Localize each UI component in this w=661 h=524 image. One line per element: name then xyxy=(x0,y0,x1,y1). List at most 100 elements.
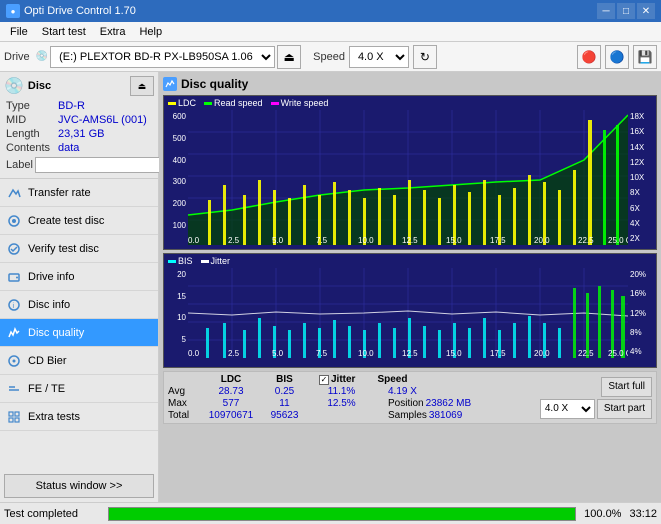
legend-read: Read speed xyxy=(204,98,263,108)
save-button[interactable]: 💾 xyxy=(633,45,657,69)
start-part-button[interactable]: Start part xyxy=(597,399,652,419)
menu-extra[interactable]: Extra xyxy=(94,25,132,39)
svg-text:0.0: 0.0 xyxy=(188,349,200,358)
start-full-button[interactable]: Start full xyxy=(601,377,652,397)
samples-val: 381069 xyxy=(429,410,462,421)
maximize-button[interactable]: □ xyxy=(617,3,635,19)
svg-text:5.0: 5.0 xyxy=(272,236,284,245)
total-ldc-val: 10970671 xyxy=(200,410,262,421)
svg-text:25.0 GB: 25.0 GB xyxy=(608,349,628,358)
content-header: Disc quality xyxy=(163,76,657,92)
type-label: Type xyxy=(6,100,58,112)
svg-text:12.5: 12.5 xyxy=(402,349,418,358)
refresh-button[interactable]: ↻ xyxy=(413,45,437,69)
nav-label-transfer-rate: Transfer rate xyxy=(28,187,91,199)
position-label: Position xyxy=(388,398,424,409)
nav-label-extra-tests: Extra tests xyxy=(28,411,80,423)
nav-label-create-test-disc: Create test disc xyxy=(28,215,104,227)
drive-select[interactable]: (E:) PLEXTOR BD-R PX-LB950SA 1.06 xyxy=(50,46,275,68)
close-button[interactable]: ✕ xyxy=(637,3,655,19)
jitter-header-row: ✓ Jitter Speed xyxy=(319,374,471,385)
top-chart-body: 600 500 400 300 200 100 xyxy=(164,110,656,245)
settings-button2[interactable]: 🔵 xyxy=(605,45,629,69)
disc-title: Disc xyxy=(28,80,51,92)
avg-jitter-val: 11.1% xyxy=(319,386,364,397)
jitter-avg-row: 11.1% 4.19 X xyxy=(319,386,471,397)
svg-text:7.5: 7.5 xyxy=(316,236,328,245)
disc-header: 💿 Disc ⏏ xyxy=(4,76,154,96)
top-chart-svg: 0.0 2.5 5.0 7.5 10.0 12.5 15.0 17.5 20.0… xyxy=(188,110,628,245)
svg-text:17.5: 17.5 xyxy=(490,349,506,358)
max-bis-val: 11 xyxy=(262,398,307,409)
svg-text:15.0: 15.0 xyxy=(446,236,462,245)
bis-col-header: BIS xyxy=(262,374,307,385)
nav-disc-info[interactable]: i Disc info xyxy=(0,291,158,319)
svg-text:i: i xyxy=(13,303,15,310)
type-value: BD-R xyxy=(58,100,152,112)
nav-verify-test-disc[interactable]: Verify test disc xyxy=(0,235,158,263)
speed-val: 4.19 X xyxy=(388,386,417,397)
avg-row: Avg 28.73 0.25 xyxy=(168,386,307,397)
disc-mid-row: MID JVC-AMS6L (001) xyxy=(6,114,152,126)
y-axis-right-bottom: 20% 16% 12% 8% 4% xyxy=(628,268,656,358)
label-key: Label xyxy=(6,159,33,171)
nav-create-test-disc[interactable]: Create test disc xyxy=(0,207,158,235)
extra-tests-icon xyxy=(6,409,22,425)
status-window-button[interactable]: Status window >> xyxy=(4,474,154,498)
contents-label: Contents xyxy=(6,142,58,154)
legend-write: Write speed xyxy=(271,98,329,108)
svg-text:10.0: 10.0 xyxy=(358,236,374,245)
nav-fe-te[interactable]: FE / TE xyxy=(0,375,158,403)
y-axis-left-bottom: 20 15 10 5 xyxy=(164,268,188,358)
nav-cd-bier[interactable]: CD Bier xyxy=(0,347,158,375)
nav-drive-info[interactable]: Drive info xyxy=(0,263,158,291)
top-legend: LDC Read speed Write speed xyxy=(164,96,656,110)
bottom-chart-body: 20 15 10 5 xyxy=(164,268,656,358)
label-input[interactable] xyxy=(35,157,173,173)
disc-panel: 💿 Disc ⏏ Type BD-R MID JVC-AMS6L (001) L… xyxy=(0,72,158,179)
content-title: Disc quality xyxy=(181,77,248,91)
bottom-chart-panel: BIS Jitter 20 15 10 5 xyxy=(163,253,657,368)
progress-bar-outer xyxy=(108,507,576,521)
jitter-checkbox[interactable]: ✓ xyxy=(319,375,329,385)
length-value: 23,31 GB xyxy=(58,128,152,140)
nav-label-verify-test-disc: Verify test disc xyxy=(28,243,99,255)
drive-info-icon xyxy=(6,269,22,285)
svg-text:10.0: 10.0 xyxy=(358,349,374,358)
max-jitter-val: 12.5% xyxy=(319,398,364,409)
svg-text:2.5: 2.5 xyxy=(228,349,240,358)
contents-value: data xyxy=(58,142,152,154)
sidebar: 💿 Disc ⏏ Type BD-R MID JVC-AMS6L (001) L… xyxy=(0,72,159,502)
menu-start-test[interactable]: Start test xyxy=(36,25,92,39)
disc-eject-btn[interactable]: ⏏ xyxy=(130,76,154,96)
nav-transfer-rate[interactable]: Transfer rate xyxy=(0,179,158,207)
main-layout: 💿 Disc ⏏ Type BD-R MID JVC-AMS6L (001) L… xyxy=(0,72,661,502)
menu-file[interactable]: File xyxy=(4,25,34,39)
menu-help[interactable]: Help xyxy=(133,25,168,39)
title-bar-controls: ─ □ ✕ xyxy=(597,3,655,19)
status-text: Test completed xyxy=(4,508,104,520)
svg-text:5.0: 5.0 xyxy=(272,349,284,358)
nav-label-cd-bier: CD Bier xyxy=(28,355,67,367)
settings-button1[interactable]: 🔴 xyxy=(577,45,601,69)
legend-bis: BIS xyxy=(168,256,193,266)
svg-text:12.5: 12.5 xyxy=(402,236,418,245)
content-area: Disc quality LDC Read speed Write speed xyxy=(159,72,661,502)
eject-button[interactable]: ⏏ xyxy=(277,45,301,69)
ldc-col-header: LDC xyxy=(200,374,262,385)
minimize-button[interactable]: ─ xyxy=(597,3,615,19)
disc-info-icon: i xyxy=(6,297,22,313)
ldc-color xyxy=(168,102,176,105)
start-part-row: 4.0 X Start part xyxy=(540,399,652,419)
y-axis-right-top: 18X 16X 14X 12X 10X 8X 6X 4X 2X xyxy=(628,110,656,245)
speed-select-stats[interactable]: 4.0 X xyxy=(540,399,595,419)
mid-value: JVC-AMS6L (001) xyxy=(58,114,152,126)
cd-bier-icon xyxy=(6,353,22,369)
jitter-max-row: 12.5% Position 23862 MB xyxy=(319,398,471,409)
nav-extra-tests[interactable]: Extra tests xyxy=(0,403,158,431)
nav-disc-quality[interactable]: Disc quality xyxy=(0,319,158,347)
title-bar: ● Opti Drive Control 1.70 ─ □ ✕ xyxy=(0,0,661,22)
disc-icon: 💿 xyxy=(4,76,24,96)
content-icon xyxy=(163,77,177,91)
speed-select[interactable]: 4.0 X xyxy=(349,46,409,68)
